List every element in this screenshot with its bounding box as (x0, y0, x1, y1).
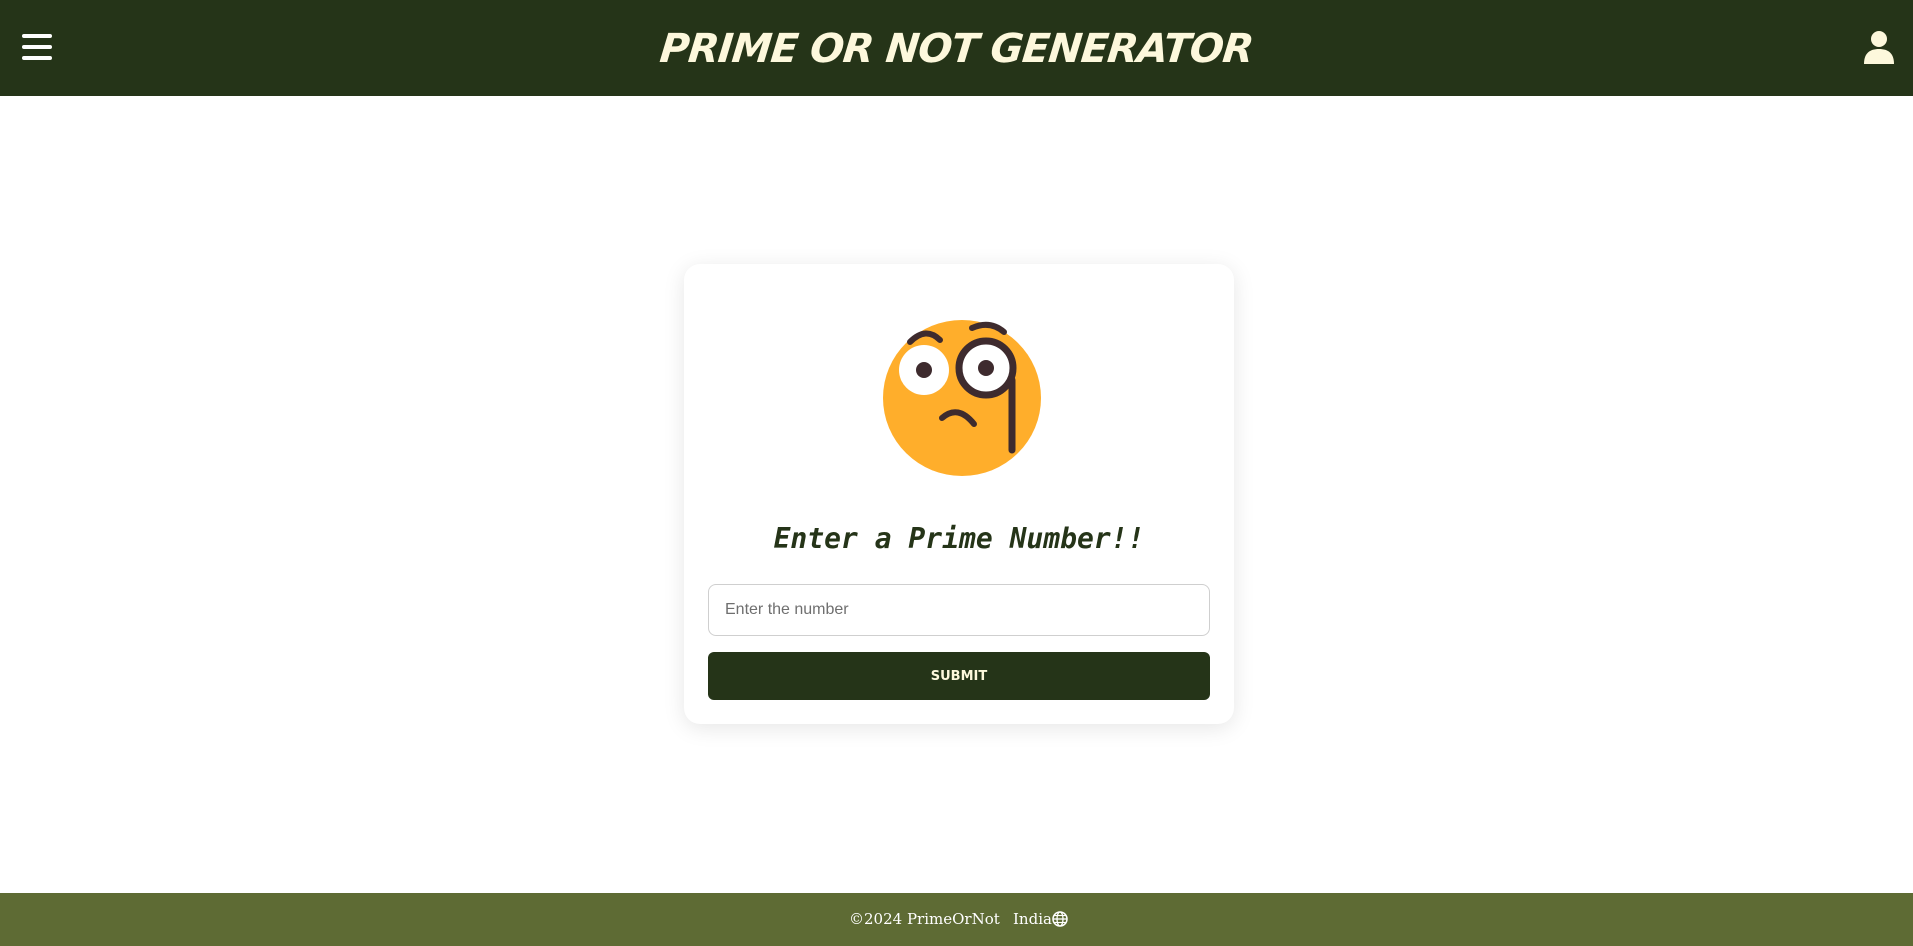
top-header: PRIME OR NOT GENERATOR (0, 0, 1913, 96)
card-heading: Enter a Prime Number!! (773, 522, 1145, 555)
submit-button[interactable]: SUBMIT (708, 652, 1210, 700)
globe-icon[interactable] (1052, 911, 1068, 927)
face-with-monocle-icon (878, 314, 1048, 484)
footer: ©2024 PrimeOrNot India (0, 893, 1913, 946)
copyright-text: ©2024 PrimeOrNot (849, 910, 1000, 928)
site-title: PRIME OR NOT GENERATOR (657, 26, 1256, 72)
region-selector[interactable]: India (1013, 910, 1052, 928)
user-icon[interactable] (1863, 30, 1895, 64)
prime-check-card: Enter a Prime Number!! SUBMIT (684, 264, 1234, 724)
number-input[interactable] (708, 584, 1210, 636)
